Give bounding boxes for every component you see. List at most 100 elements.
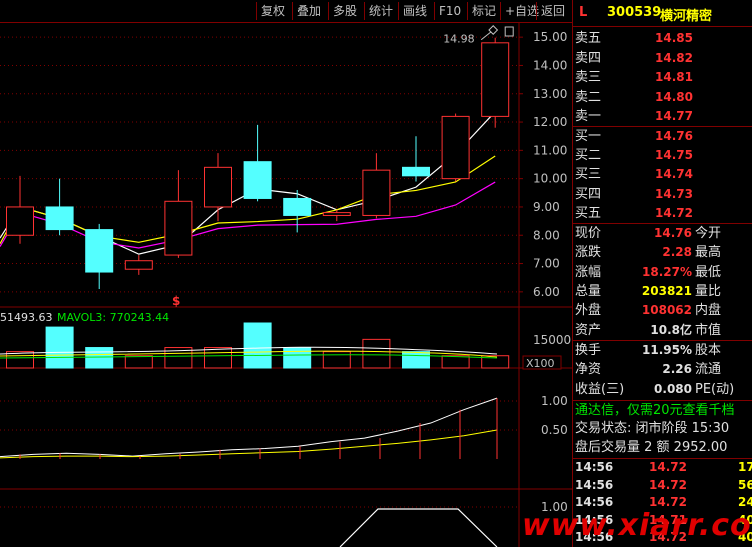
buy-price: 14.72 — [655, 205, 693, 220]
side-panel-border — [572, 26, 573, 547]
volume-legend-mavol3: MAVOL3: 770243.44 — [57, 311, 169, 324]
order-book-sell-row[interactable]: 卖四 14.82 — [575, 49, 752, 68]
order-book-buy-row[interactable]: 买一 14.76 — [575, 127, 752, 146]
price-axis-label: 10.00 — [533, 172, 567, 186]
promo-banner[interactable]: 通达信，仅需20元查看千档 — [575, 402, 752, 420]
signal-marker: $ — [172, 294, 180, 308]
indicator-line — [0, 397, 498, 458]
volume-legend-prefix: 51493.63 — [0, 311, 53, 324]
price-axis-label: 14.00 — [533, 58, 567, 72]
kline-chart[interactable]: 15.00 14.00 13.00 12.00 11.00 10.00 9.00 8.00 7.… — [0, 23, 572, 547]
stock-name: 横河精密 — [660, 9, 713, 24]
tick-price: 14.72 — [649, 477, 687, 492]
sell-level-label: 卖三 — [575, 70, 602, 85]
buy-price: 14.76 — [655, 129, 693, 143]
candle-body — [45, 206, 74, 231]
candle-body — [322, 212, 351, 216]
candle-body — [204, 166, 232, 208]
toolbar-button-fuquan[interactable]: 复权 — [256, 2, 289, 20]
watermark: www.xiarr.com — [522, 508, 752, 543]
buy-price: 14.75 — [655, 148, 693, 163]
price-axis-label: 11.00 — [533, 143, 567, 157]
stock-header: L 300539 横河精密 — [572, 0, 752, 27]
quote-label-secondary: 最高 — [695, 245, 722, 261]
toolbar-button-huaxian[interactable]: 画线 — [398, 2, 431, 20]
toolbar-button-duogu[interactable]: 多股 — [328, 2, 361, 20]
order-book-buy-row[interactable]: 买三 14.74 — [575, 165, 752, 184]
buy-level-label: 买二 — [575, 148, 602, 164]
quote-label: 总量 — [575, 283, 602, 299]
quote-label-secondary: 最低 — [695, 264, 722, 280]
toolbar-button-biaoji[interactable]: 标记 — [467, 2, 500, 20]
toolbar-button-diejia[interactable]: 叠加 — [292, 2, 325, 20]
price-axis-label: 9.00 — [533, 200, 560, 214]
quote-label: 资产 — [575, 322, 602, 338]
buy-price: 14.73 — [655, 186, 693, 201]
buy-level-label: 买一 — [575, 129, 602, 144]
quote-label: 涨幅 — [575, 264, 602, 280]
quote-value: 10.8亿 — [650, 322, 692, 337]
candle-body — [243, 161, 272, 199]
volume-bar — [204, 347, 232, 369]
quote-label: 净资 — [575, 362, 602, 378]
volume-bar — [243, 322, 272, 369]
quote-label-secondary: 今开 — [695, 226, 722, 241]
toolbar-button-f10[interactable]: F10 — [434, 2, 465, 20]
sell-level-label: 卖五 — [575, 31, 602, 46]
order-book-buy-row[interactable]: 买二 14.75 — [575, 146, 752, 165]
buy-level-label: 买五 — [575, 205, 602, 221]
tick-row: 14:56 14.72 17 — [575, 459, 752, 475]
tick-time: 14:56 — [575, 477, 614, 492]
volume-bar — [402, 351, 430, 369]
volume-bar — [6, 351, 34, 369]
candle-body — [124, 260, 153, 270]
order-book-sell-row[interactable]: 卖五 14.85 — [575, 29, 752, 48]
quote-value: 2.28 — [662, 245, 692, 260]
order-book-sell-row[interactable]: 卖三 14.81 — [575, 68, 752, 87]
volume-bar — [85, 347, 114, 369]
quote-label-secondary: PE(动) — [695, 381, 735, 397]
quote-row: 收益(三) 0.080 PE(动) — [575, 380, 752, 399]
tick-volume: 56 — [738, 477, 752, 492]
high-pointer — [480, 31, 492, 41]
indicator-axis-label: 1.00 — [541, 394, 568, 408]
price-axis-label: 15.00 — [533, 30, 567, 44]
quote-label: 换手 — [575, 343, 602, 358]
quote-row: 外盘 108062 内盘 — [575, 301, 752, 320]
quote-value: 2.26 — [662, 362, 692, 377]
sell-level-label: 卖一 — [575, 109, 602, 124]
volume-bar — [45, 326, 74, 369]
order-book-sell-row[interactable]: 卖二 14.80 — [575, 88, 752, 107]
tick-row: 14:56 14.72 56 — [575, 477, 752, 493]
order-book-buy-row[interactable]: 买四 14.73 — [575, 185, 752, 204]
quote-value: 11.95% — [642, 343, 692, 357]
volume-bar — [362, 338, 391, 369]
price-axis-label: 6.00 — [533, 285, 560, 299]
indicator-axis-label: 0.50 — [541, 423, 568, 437]
volume-bar — [283, 347, 312, 369]
quote-label-secondary: 股本 — [695, 343, 722, 358]
after-hours-text: 盘后交易量 2 额 2952.00 — [575, 440, 728, 455]
sell-price: 14.85 — [655, 31, 693, 45]
candle-body — [441, 115, 470, 180]
quote-label: 涨跌 — [575, 245, 602, 261]
price-axis-label: 12.00 — [533, 115, 567, 129]
quote-row: 资产 10.8亿 市值 — [575, 321, 752, 340]
promo-text[interactable]: 通达信，仅需20元查看千档 — [575, 403, 735, 418]
quote-row: 现价 14.76 今开 — [575, 224, 752, 243]
quote-row: 净资 2.26 流通 — [575, 360, 752, 379]
quote-label: 现价 — [575, 226, 602, 241]
volume-bar — [441, 355, 470, 369]
order-book-buy-row[interactable]: 买五 14.72 — [575, 204, 752, 223]
order-book-sell-row[interactable]: 卖一 14.77 — [575, 107, 752, 126]
toolbar-button-fanhui[interactable]: 返回 — [536, 2, 569, 20]
quote-row: 总量 203821 量比 — [575, 282, 752, 301]
tick-volume: 17 — [738, 460, 752, 474]
volume-bar — [322, 351, 351, 369]
price-axis-label: 13.00 — [533, 87, 567, 101]
indicator2-line — [339, 508, 498, 547]
quote-row: 涨幅 18.27% 最低 — [575, 263, 752, 282]
divider — [572, 400, 752, 401]
toolbar-button-tongji[interactable]: 统计 — [364, 2, 397, 20]
trade-status: 交易状态: 闭市阶段 15:30 — [575, 420, 752, 438]
